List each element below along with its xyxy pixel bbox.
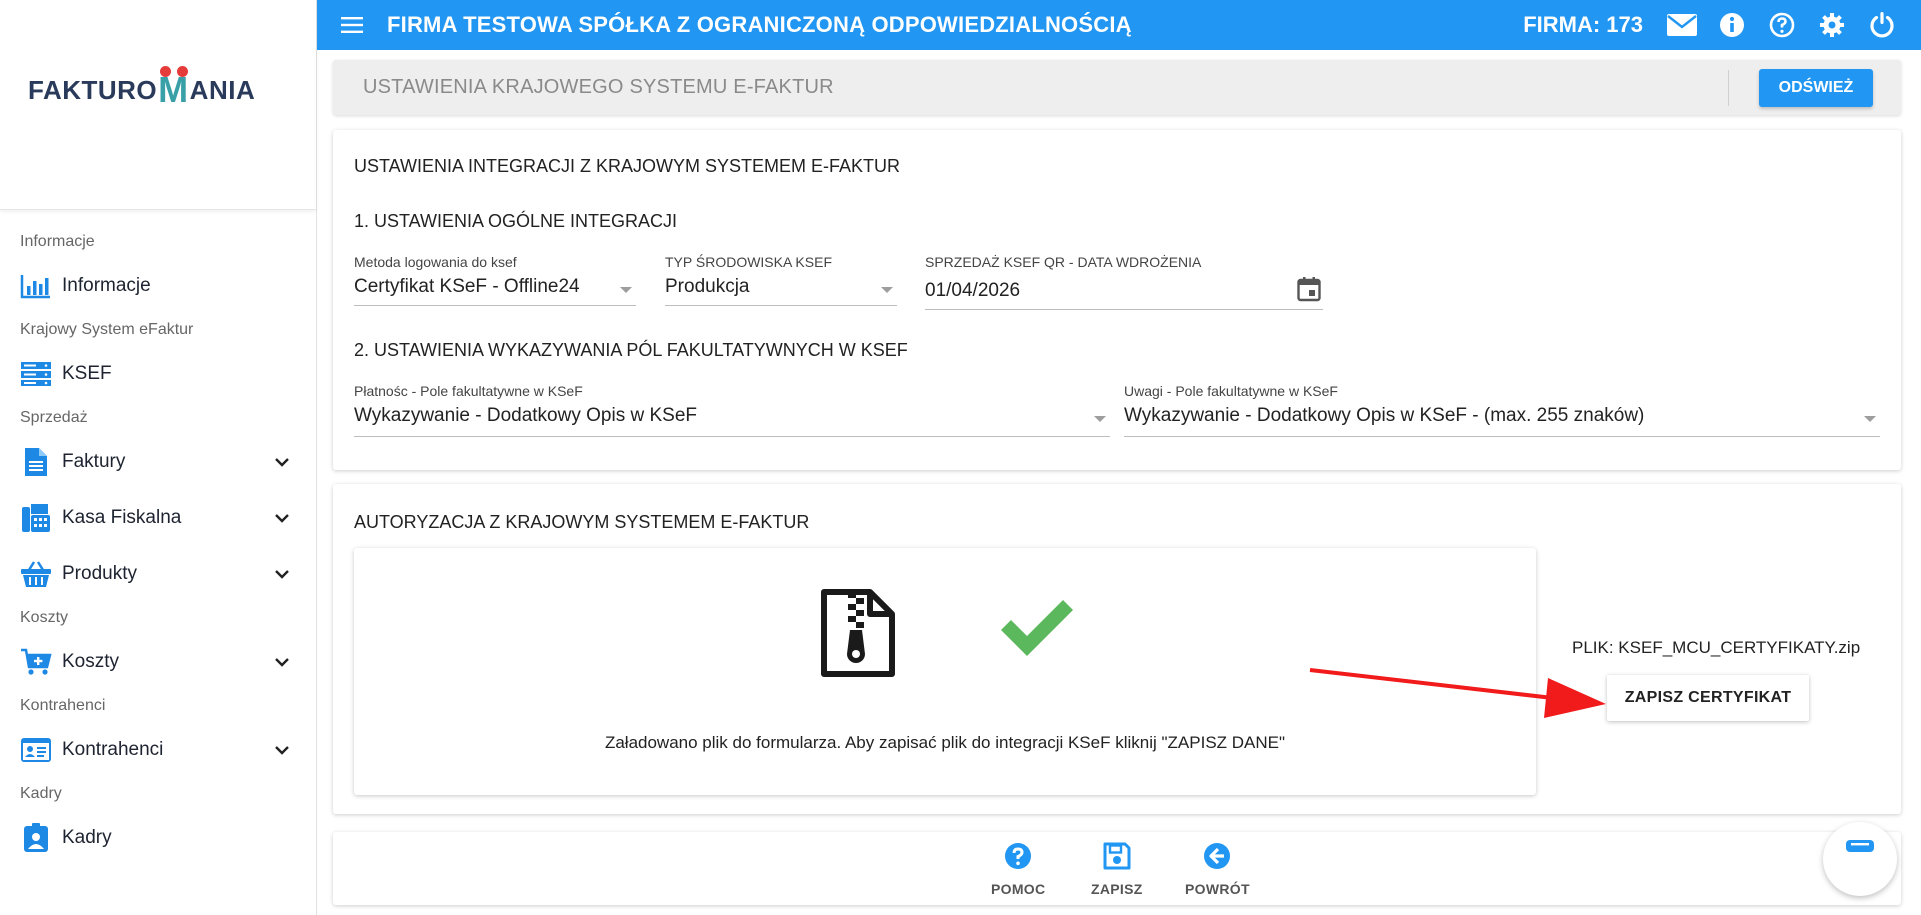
qr-date-label: SPRZEDAŻ KSEF QR - DATA WDROŻENIA — [925, 254, 1202, 270]
sidebar-nav: Informacje Informacje Krajowy System eFa… — [0, 210, 316, 866]
upload-status-message: Załadowano plik do formularza. Aby zapis… — [604, 733, 1286, 752]
sidebar-item-label: Kontrahenci — [62, 739, 164, 760]
integration-card-title: USTAWIENIA INTEGRACJI Z KRAJOWYM SYSTEME… — [354, 156, 901, 176]
help-button[interactable]: POMOC — [991, 842, 1045, 897]
info-icon[interactable] — [1707, 0, 1757, 50]
page-header: USTAWIENIA KRAJOWEGO SYSTEMU E-FAKTUR OD… — [333, 60, 1901, 115]
calendar-icon[interactable] — [1297, 276, 1321, 307]
sidebar-item-kadry[interactable]: Kadry — [0, 810, 316, 866]
qr-date-field[interactable]: SPRZEDAŻ KSEF QR - DATA WDROŻENIA 01/04/… — [925, 254, 1323, 310]
login-method-value: Certyfikat KSeF - Offline24 — [354, 276, 580, 297]
check-icon — [997, 598, 1077, 665]
sidebar-item-label: Produkty — [62, 563, 137, 584]
env-type-value: Produkcja — [665, 276, 750, 297]
document-icon — [20, 447, 52, 477]
envelope-icon[interactable] — [1657, 0, 1707, 50]
sidebar-section-koszty: Koszty — [20, 609, 69, 626]
sidebar-item-kontrahenci[interactable]: Kontrahenci — [0, 722, 316, 778]
chevron-down-icon — [272, 452, 292, 472]
remarks-optional-value: Wykazywanie - Dodatkowy Opis w KSeF - (m… — [1124, 405, 1645, 426]
dropdown-arrow-icon — [881, 287, 893, 293]
zip-file-icon — [820, 588, 896, 683]
user-badge-icon — [20, 823, 52, 853]
cart-plus-icon — [20, 647, 52, 677]
sidebar-item-informacje[interactable]: Informacje — [0, 258, 316, 314]
sidebar-item-label: Kadry — [62, 827, 112, 848]
gear-icon[interactable] — [1807, 0, 1857, 50]
authorization-card-title: AUTORYZACJA Z KRAJOWYM SYSTEMEM E-FAKTUR — [354, 512, 810, 532]
firma-id: FIRMA: 173 — [1523, 12, 1643, 37]
id-card-icon — [20, 735, 52, 765]
sidebar-section-kontrahenci: Kontrahenci — [20, 697, 106, 714]
dropdown-arrow-icon — [620, 287, 632, 293]
basket-icon — [20, 559, 52, 589]
integration-settings-card: USTAWIENIA INTEGRACJI Z KRAJOWYM SYSTEME… — [333, 130, 1901, 470]
app-logo[interactable]: FAKTURO M ANIA — [28, 66, 256, 108]
remarks-optional-label: Uwagi - Pole fakultatywne w KSeF — [1124, 383, 1338, 399]
menu-icon[interactable] — [317, 0, 387, 50]
file-name-label: PLIK: KSEF_MCU_CERTYFIKATY.zip — [1572, 638, 1861, 657]
save-button[interactable]: ZAPISZ — [1091, 842, 1143, 897]
authorization-card: AUTORYZACJA Z KRAJOWYM SYSTEMEM E-FAKTUR… — [333, 484, 1901, 814]
bar-chart-icon — [20, 271, 52, 301]
chat-icon — [1845, 839, 1875, 858]
top-bar: FIRMA TESTOWA SPÓŁKA Z OGRANICZONĄ ODPOW… — [317, 0, 1921, 50]
back-button[interactable]: POWRÓT — [1185, 842, 1250, 897]
sidebar-item-kasa-fiskalna[interactable]: Kasa Fiskalna — [0, 490, 316, 546]
sidebar-item-faktury[interactable]: Faktury — [0, 434, 316, 490]
section-optional-fields-title: 2. USTAWIENIA WYKAZYWANIA PÓL FAKULTATYW… — [354, 340, 908, 360]
page-title: USTAWIENIA KRAJOWEGO SYSTEMU E-FAKTUR — [363, 76, 834, 98]
chevron-down-icon — [272, 740, 292, 760]
help-label: POMOC — [991, 881, 1046, 897]
power-icon[interactable] — [1857, 0, 1907, 50]
login-method-label: Metoda logowania do ksef — [354, 254, 517, 270]
payment-optional-select[interactable]: Płatnośc - Pole fakultatywne w KSeF Wyka… — [354, 383, 1110, 437]
arrow-left-circle-icon — [1203, 842, 1231, 875]
fax-icon — [20, 503, 52, 533]
payment-optional-label: Płatnośc - Pole fakultatywne w KSeF — [354, 383, 583, 399]
logo-text-m: M — [158, 66, 189, 108]
logo-text-part2: ANIA — [189, 75, 256, 105]
sidebar-item-label: KSEF — [62, 363, 112, 384]
chevron-down-icon — [272, 652, 292, 672]
sidebar-item-label: Informacje — [62, 275, 151, 296]
chat-fab-button[interactable] — [1823, 822, 1897, 896]
header-divider — [1728, 69, 1729, 106]
env-type-label: TYP ŚRODOWISKA KSEF — [665, 254, 833, 270]
save-label: ZAPISZ — [1091, 881, 1143, 897]
sidebar-section-sprzedaz: Sprzedaż — [20, 409, 88, 426]
floppy-disk-icon — [1103, 842, 1131, 875]
pointer-arrow-icon — [1308, 660, 1608, 729]
remarks-optional-select[interactable]: Uwagi - Pole fakultatywne w KSeF Wykazyw… — [1124, 383, 1880, 437]
login-method-select[interactable]: Metoda logowania do ksef Certyfikat KSeF… — [354, 254, 636, 306]
back-label: POWRÓT — [1185, 881, 1250, 897]
sidebar-item-ksef[interactable]: KSEF — [0, 346, 316, 402]
logo-text-part1: FAKTURO — [28, 75, 158, 105]
refresh-button[interactable]: ODŚWIEŻ — [1759, 68, 1873, 107]
save-certificate-button[interactable]: ZAPISZ CERTYFIKAT — [1607, 675, 1809, 721]
logo-area: FAKTURO M ANIA — [0, 0, 316, 210]
server-icon — [20, 359, 52, 389]
dropdown-arrow-icon — [1864, 416, 1876, 422]
payment-optional-value: Wykazywanie - Dodatkowy Opis w KSeF — [354, 405, 697, 426]
sidebar-item-produkty[interactable]: Produkty — [0, 546, 316, 602]
help-icon[interactable] — [1757, 0, 1807, 50]
chevron-down-icon — [272, 508, 292, 528]
dropdown-arrow-icon — [1094, 416, 1106, 422]
sidebar-item-koszty[interactable]: Koszty — [0, 634, 316, 690]
env-type-select[interactable]: TYP ŚRODOWISKA KSEF Produkcja — [665, 254, 897, 306]
sidebar-item-label: Kasa Fiskalna — [62, 507, 182, 528]
sidebar-section-kadry: Kadry — [20, 785, 62, 802]
qr-date-value: 01/04/2026 — [925, 280, 1021, 301]
company-name: FIRMA TESTOWA SPÓŁKA Z OGRANICZONĄ ODPOW… — [387, 12, 1132, 37]
chevron-down-icon — [272, 564, 292, 584]
sidebar-item-label: Faktury — [62, 451, 126, 472]
action-bar: POMOC ZAPISZ POWRÓT — [333, 832, 1901, 905]
sidebar-section-ksef: Krajowy System eFaktur — [20, 321, 194, 338]
sidebar: FAKTURO M ANIA Informacje Informacje Kra… — [0, 0, 317, 915]
question-circle-icon — [1004, 842, 1032, 875]
sidebar-section-informacje: Informacje — [20, 233, 95, 250]
sidebar-item-label: Koszty — [62, 651, 120, 672]
section-general-title: 1. USTAWIENIA OGÓLNE INTEGRACJI — [354, 211, 678, 231]
